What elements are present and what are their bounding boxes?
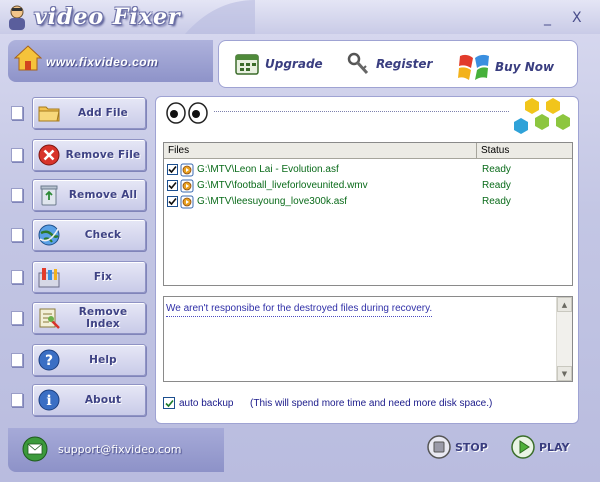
about-label: About: [84, 394, 122, 406]
row-checkbox[interactable]: [167, 196, 178, 207]
column-header-files[interactable]: Files: [164, 143, 477, 159]
app-logo-icon: [9, 5, 25, 30]
check-button[interactable]: Check: [32, 219, 146, 251]
stop-icon: [427, 435, 451, 459]
folder-icon: [37, 101, 61, 125]
file-status: Ready: [482, 180, 511, 191]
site-url-link[interactable]: www.fixvideo.com: [46, 55, 158, 69]
title-bar[interactable]: video Fixer _ X: [0, 0, 600, 34]
log-scrollbar[interactable]: ▲ ▼: [556, 297, 572, 381]
file-status: Ready: [482, 164, 511, 175]
log-message: We aren't responsibe for the destroyed f…: [166, 303, 433, 317]
stop-label: STOP: [455, 440, 488, 454]
table-header: Files Status: [164, 143, 572, 159]
remove-index-label: Remove Index: [78, 306, 128, 330]
mail-icon: [22, 436, 48, 462]
add-file-button[interactable]: Add File: [32, 97, 146, 129]
sidebar-item-marker: [11, 106, 23, 120]
upgrade-icon: [235, 54, 259, 75]
upgrade-button[interactable]: Upgrade: [235, 52, 323, 76]
auto-backup-note: (This will spend more time and need more…: [250, 398, 493, 409]
checkmark-icon: [168, 165, 177, 174]
file-path: G:\MTV\leesuyoung_love300k.asf: [197, 196, 348, 207]
remove-index-button[interactable]: Remove Index: [32, 302, 146, 334]
column-header-status[interactable]: Status: [477, 143, 572, 159]
scroll-up-button[interactable]: ▲: [557, 297, 572, 312]
remove-index-icon: [37, 306, 61, 330]
check-label: Check: [84, 229, 122, 241]
home-icon[interactable]: [14, 44, 42, 72]
remove-file-button[interactable]: Remove File: [32, 139, 146, 171]
key-icon: [347, 52, 369, 75]
checkmark-icon: [164, 399, 174, 407]
checkmark-icon: [168, 181, 177, 190]
sidebar-item-marker: [11, 148, 23, 162]
about-button[interactable]: i About: [32, 384, 146, 416]
media-file-icon: [180, 163, 194, 177]
upgrade-label: Upgrade: [265, 57, 323, 71]
hexagons-decoration-icon: [514, 98, 570, 134]
fix-button[interactable]: Fix: [32, 261, 146, 293]
sidebar-item-marker: [11, 393, 23, 407]
log-textarea[interactable]: We aren't responsibe for the destroyed f…: [163, 296, 573, 382]
sidebar-item-marker: [11, 188, 23, 202]
row-checkbox[interactable]: [167, 164, 178, 175]
auto-backup-checkbox[interactable]: [163, 397, 175, 409]
support-email-link[interactable]: support@fixvideo.com: [58, 443, 182, 456]
file-path: G:\MTV\football_liveforloveunited.wmv: [197, 180, 368, 191]
minimize-button[interactable]: _: [544, 10, 551, 26]
sidebar-item-marker: [11, 228, 23, 242]
close-button[interactable]: X: [572, 10, 582, 26]
file-path: G:\MTV\Leon Lai - Evolution.asf: [197, 164, 339, 175]
table-row[interactable]: G:\MTV\leesuyoung_love300k.asf Ready: [164, 194, 572, 210]
table-row[interactable]: G:\MTV\Leon Lai - Evolution.asf Ready: [164, 162, 572, 178]
eyes-icon: [166, 102, 208, 124]
media-file-icon: [180, 195, 194, 209]
register-button[interactable]: Register: [346, 52, 432, 76]
decorative-dotted-line: [214, 111, 509, 113]
help-icon: ?: [37, 348, 61, 372]
file-status: Ready: [482, 196, 511, 207]
sidebar-item-marker: [11, 353, 23, 367]
buy-now-button[interactable]: Buy Now: [457, 52, 554, 82]
register-label: Register: [376, 57, 433, 71]
sidebar-item-marker: [11, 270, 23, 284]
scroll-down-button[interactable]: ▼: [557, 366, 572, 381]
sidebar-item-marker: [11, 311, 23, 325]
info-icon: i: [37, 388, 61, 412]
recycle-bin-icon: [37, 183, 61, 207]
window-title: video Fixer: [34, 4, 181, 30]
stop-button[interactable]: STOP: [426, 434, 488, 460]
title-decoration: [185, 0, 255, 34]
globe-check-icon: [37, 223, 61, 247]
fix-tools-icon: [37, 265, 61, 289]
buy-now-label: Buy Now: [495, 60, 555, 74]
remove-x-icon: [37, 143, 61, 167]
buy-now-icon: [458, 54, 489, 80]
table-row[interactable]: G:\MTV\football_liveforloveunited.wmv Rea…: [164, 178, 572, 194]
play-label: PLAY: [539, 440, 570, 454]
remove-all-button[interactable]: Remove All: [32, 179, 146, 211]
play-button[interactable]: PLAY: [510, 434, 570, 460]
help-button[interactable]: ? Help: [32, 344, 146, 376]
svg-text:?: ?: [45, 353, 53, 369]
remove-all-label: Remove All: [68, 189, 138, 201]
remove-file-label: Remove File: [65, 149, 141, 161]
app-window: video Fixer _ X www.fixvideo.com Upgrade: [0, 0, 600, 482]
svg-text:i: i: [46, 393, 51, 409]
help-label: Help: [89, 354, 117, 366]
auto-backup-label[interactable]: auto backup: [179, 398, 234, 409]
row-checkbox[interactable]: [167, 180, 178, 191]
fix-label: Fix: [93, 271, 113, 283]
checkmark-icon: [168, 197, 177, 206]
play-icon: [511, 435, 535, 459]
file-list-table[interactable]: Files Status G:\MTV\Leon Lai - Evolution…: [163, 142, 573, 286]
add-file-label: Add File: [78, 107, 128, 119]
media-file-icon: [180, 179, 194, 193]
